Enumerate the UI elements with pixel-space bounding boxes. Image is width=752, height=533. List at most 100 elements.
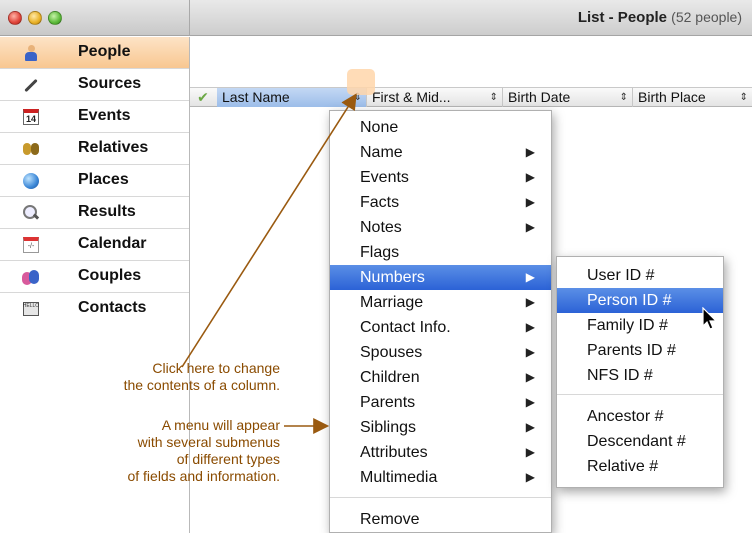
sort-icon[interactable]: ⇕ [490, 88, 498, 107]
submenu-arrow-icon: ▶ [525, 170, 535, 184]
submenu-arrow-icon: ▶ [525, 445, 535, 459]
quill-icon [22, 76, 40, 94]
menu-item-attributes[interactable]: Attributes ▶ [330, 440, 551, 465]
menu-item-name[interactable]: Name ▶ [330, 140, 551, 165]
menu-item-multimedia[interactable]: Multimedia ▶ [330, 465, 551, 490]
column-menu-hotspot[interactable] [347, 69, 375, 95]
sidebar-item-label: People [78, 43, 131, 60]
menu-item-children[interactable]: Children ▶ [330, 365, 551, 390]
close-window-button[interactable] [8, 11, 22, 25]
column-header-first-middle[interactable]: First & Mid... ⇕ [367, 88, 503, 107]
submenu-item-user-id[interactable]: User ID # [557, 263, 723, 288]
submenu-arrow-icon: ▶ [525, 470, 535, 484]
annotation-line: Click here to change [152, 360, 280, 376]
annotation-line: of fields and information. [127, 468, 280, 484]
sidebar-item-places[interactable]: Places [0, 165, 189, 197]
sidebar-item-label: Places [78, 171, 129, 188]
column-content-menu: None Name ▶ Events ▶ Facts ▶ Notes ▶ Flags N… [329, 110, 552, 533]
sidebar-item-results[interactable]: Results [0, 197, 189, 229]
column-header-last-name[interactable]: Last Name ⇕ [217, 88, 367, 107]
menu-item-marriage[interactable]: Marriage ▶ [330, 290, 551, 315]
menu-item-contact-info[interactable]: Contact Info. ▶ [330, 315, 551, 340]
submenu-item-relative[interactable]: Relative # [557, 454, 723, 479]
sidebar-item-sources[interactable]: Sources [0, 69, 189, 101]
column-label: Last Name [222, 89, 290, 105]
zoom-window-button[interactable] [48, 11, 62, 25]
calendar-14-icon: 14 [22, 108, 40, 126]
sidebar-item-people[interactable]: People [0, 37, 189, 69]
annotation-click-here: Click here to change the contents of a c… [40, 360, 280, 394]
menu-item-none[interactable]: None [330, 115, 551, 140]
column-label: Birth Date [508, 89, 571, 105]
annotation-menu-appears: A menu will appear with several submenus… [40, 417, 280, 485]
toolbar: List - People (52 people) [190, 0, 752, 36]
menu-separator [330, 497, 551, 498]
column-header-birth-place[interactable]: Birth Place ⇕ [633, 88, 752, 107]
annotation-line: with several submenus [137, 434, 280, 450]
sidebar-item-contacts[interactable]: HELLO Contacts [0, 293, 189, 325]
column-label: First & Mid... [372, 89, 451, 105]
annotation-line: of different types [176, 451, 280, 467]
submenu-item-descendant[interactable]: Descendant # [557, 429, 723, 454]
submenu-item-person-id[interactable]: Person ID # [557, 288, 723, 313]
minimize-window-button[interactable] [28, 11, 42, 25]
magnifier-icon [22, 204, 40, 222]
submenu-arrow-icon: ▶ [525, 145, 535, 159]
menu-separator [557, 394, 723, 395]
mouse-pointer-icon [702, 307, 718, 330]
sidebar-item-relatives[interactable]: Relatives [0, 133, 189, 165]
submenu-arrow-icon: ▶ [525, 220, 535, 234]
sidebar-item-label: Relatives [78, 139, 149, 156]
submenu-arrow-icon: ▶ [525, 320, 535, 334]
person-icon [22, 44, 40, 62]
submenu-arrow-icon: ▶ [525, 270, 535, 284]
globe-icon [22, 172, 40, 190]
menu-item-parents[interactable]: Parents ▶ [330, 390, 551, 415]
menu-item-events[interactable]: Events ▶ [330, 165, 551, 190]
column-header-birth-date[interactable]: Birth Date ⇕ [503, 88, 633, 107]
menu-item-flags[interactable]: Flags [330, 240, 551, 265]
sidebar-item-events[interactable]: 14 Events [0, 101, 189, 133]
annotation-line: the contents of a column. [123, 377, 280, 393]
menu-item-siblings[interactable]: Siblings ▶ [330, 415, 551, 440]
checkmark-icon[interactable]: ✔ [192, 89, 214, 106]
window-subtitle: (52 people) [671, 9, 742, 25]
menu-item-numbers[interactable]: Numbers ▶ [330, 265, 551, 290]
submenu-arrow-icon: ▶ [525, 370, 535, 384]
submenu-arrow-icon: ▶ [525, 195, 535, 209]
submenu-item-parents-id[interactable]: Parents ID # [557, 338, 723, 363]
column-label: Birth Place [638, 89, 706, 105]
sidebar-item-label: Events [78, 107, 131, 124]
sidebar-item-label: Calendar [78, 235, 147, 252]
menu-item-facts[interactable]: Facts ▶ [330, 190, 551, 215]
contact-card-icon: HELLO [22, 300, 40, 318]
screenshot: List - People (52 people) People Sources… [0, 0, 752, 533]
submenu-item-ancestor[interactable]: Ancestor # [557, 404, 723, 429]
menu-item-notes[interactable]: Notes ▶ [330, 215, 551, 240]
sidebar-item-label: Contacts [78, 299, 147, 316]
sidebar-item-label: Results [78, 203, 136, 220]
submenu-item-nfs-id[interactable]: NFS ID # [557, 363, 723, 388]
submenu-arrow-icon: ▶ [525, 345, 535, 359]
sidebar-item-label: Couples [78, 267, 142, 284]
submenu-item-family-id[interactable]: Family ID # [557, 313, 723, 338]
menu-item-spouses[interactable]: Spouses ▶ [330, 340, 551, 365]
submenu-arrow-icon: ▶ [525, 395, 535, 409]
calendar-page-icon: -/- [22, 236, 40, 254]
sidebar-item-label: Sources [78, 75, 142, 92]
submenu-arrow-icon: ▶ [525, 420, 535, 434]
relatives-icon [22, 140, 40, 158]
sidebar-item-calendar[interactable]: -/- Calendar [0, 229, 189, 261]
annotation-line: A menu will appear [161, 417, 280, 433]
sort-icon[interactable]: ⇕ [620, 88, 628, 107]
couple-icon [22, 268, 40, 286]
window-title-text: List - People [577, 9, 667, 26]
window-title: List - People (52 people) [578, 9, 742, 26]
toolbar-left [0, 0, 190, 36]
menu-item-remove[interactable]: Remove [330, 507, 551, 532]
sort-icon[interactable]: ⇕ [740, 88, 748, 107]
numbers-submenu: User ID # Person ID # Family ID # Parent… [556, 256, 724, 488]
sidebar-item-couples[interactable]: Couples [0, 261, 189, 293]
column-header-row: ✔ Last Name ⇕ First & Mid... ⇕ Birth Dat… [190, 87, 752, 107]
submenu-arrow-icon: ▶ [525, 295, 535, 309]
